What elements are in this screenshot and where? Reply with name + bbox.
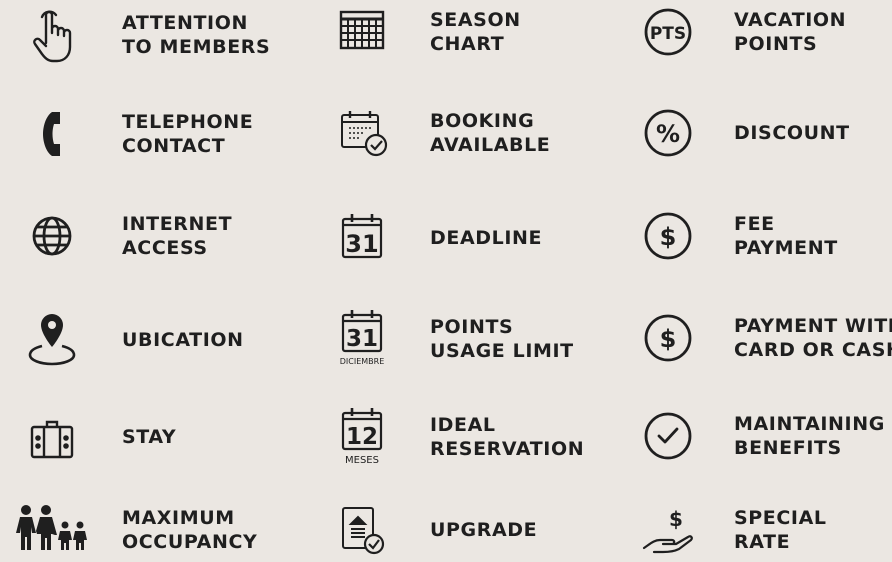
dollar-symbol: $ bbox=[660, 325, 677, 353]
dollar-symbol: $ bbox=[660, 223, 677, 251]
feature-label: IDEAL RESERVATION bbox=[430, 414, 585, 460]
feature-label: SPECIAL RATE bbox=[734, 507, 827, 553]
calendar-day-number: 12 bbox=[346, 424, 378, 450]
feature-label: INTERNET ACCESS bbox=[122, 213, 233, 259]
feature-vacation-points: PTS VACATION POINTS bbox=[636, 0, 846, 64]
feature-label: FEE PAYMENT bbox=[734, 213, 838, 259]
percent-circle-icon: % bbox=[636, 101, 700, 165]
dollar-circle-icon: $ bbox=[636, 306, 700, 370]
hand-pointer-icon bbox=[20, 3, 84, 67]
feature-label: SEASON CHART bbox=[430, 9, 521, 55]
feature-booking-available: BOOKING AVAILABLE bbox=[330, 101, 550, 165]
location-pin-icon bbox=[20, 308, 84, 372]
feature-label: STAY bbox=[122, 426, 177, 448]
feature-season-chart: SEASON CHART bbox=[330, 0, 521, 64]
feature-stay: STAY bbox=[20, 405, 176, 469]
upgrade-document-icon bbox=[330, 498, 394, 562]
feature-label: BOOKING AVAILABLE bbox=[430, 110, 551, 156]
feature-upgrade: UPGRADE bbox=[330, 498, 537, 562]
feature-label: ATTENTION TO MEMBERS bbox=[122, 12, 271, 58]
feature-label: PAYMENT WITH CARD OR CASH bbox=[734, 315, 892, 361]
calendar-12-meses-icon: 12 MESES bbox=[330, 405, 394, 469]
feature-label: MAXIMUM OCCUPANCY bbox=[122, 507, 258, 553]
feature-points-usage-limit: 31 DICIEMBRE POINTS USAGE LIMIT bbox=[330, 307, 574, 371]
globe-icon bbox=[20, 204, 84, 268]
feature-label: POINTS USAGE LIMIT bbox=[430, 316, 574, 362]
feature-ideal-reservation: 12 MESES IDEAL RESERVATION bbox=[330, 405, 584, 469]
calendar-check-icon bbox=[330, 101, 394, 165]
feature-label: DISCOUNT bbox=[734, 122, 850, 144]
dollar-circle-icon: $ bbox=[636, 204, 700, 268]
percent-symbol: % bbox=[656, 120, 680, 148]
calendar-31-diciembre-icon: 31 DICIEMBRE bbox=[330, 307, 394, 371]
telephone-icon bbox=[20, 102, 84, 166]
feature-maintaining-benefits: MAINTAINING BENEFITS bbox=[636, 404, 885, 468]
calendar-31-icon: 31 bbox=[330, 206, 394, 270]
calendar-day-number: 31 bbox=[345, 230, 378, 258]
family-icon bbox=[12, 498, 92, 562]
feature-fee-payment: $ FEE PAYMENT bbox=[636, 204, 838, 268]
pts-circle-icon: PTS bbox=[636, 0, 700, 64]
feature-label: DEADLINE bbox=[430, 227, 543, 249]
grid-chart-icon bbox=[330, 0, 394, 64]
calendar-day-number: 31 bbox=[346, 326, 378, 352]
feature-label: MAINTAINING BENEFITS bbox=[734, 413, 885, 459]
feature-payment-card-or-cash: $ PAYMENT WITH CARD OR CASH bbox=[636, 306, 892, 370]
feature-special-rate: $ SPECIAL RATE bbox=[636, 498, 827, 562]
feature-discount: % DISCOUNT bbox=[636, 101, 850, 165]
feature-telephone-contact: TELEPHONE CONTACT bbox=[20, 102, 253, 166]
calendar-month-caption: MESES bbox=[345, 455, 379, 466]
dollar-symbol: $ bbox=[669, 507, 683, 531]
pts-text: PTS bbox=[650, 24, 686, 44]
feature-label: VACATION POINTS bbox=[734, 9, 847, 55]
feature-internet-access: INTERNET ACCESS bbox=[20, 204, 232, 268]
calendar-month-caption: DICIEMBRE bbox=[340, 357, 385, 366]
hand-dollar-icon: $ bbox=[636, 498, 700, 562]
feature-ubication: UBICATION bbox=[20, 308, 244, 372]
feature-attention-to-members: ATTENTION TO MEMBERS bbox=[20, 3, 270, 67]
feature-label: UBICATION bbox=[122, 329, 244, 351]
feature-maximum-occupancy: MAXIMUM OCCUPANCY bbox=[12, 498, 257, 562]
feature-label: TELEPHONE CONTACT bbox=[122, 111, 254, 157]
feature-deadline: 31 DEADLINE bbox=[330, 206, 542, 270]
feature-label: UPGRADE bbox=[430, 519, 538, 541]
checkmark-circle-icon bbox=[636, 404, 700, 468]
suitcase-icon bbox=[20, 405, 84, 469]
